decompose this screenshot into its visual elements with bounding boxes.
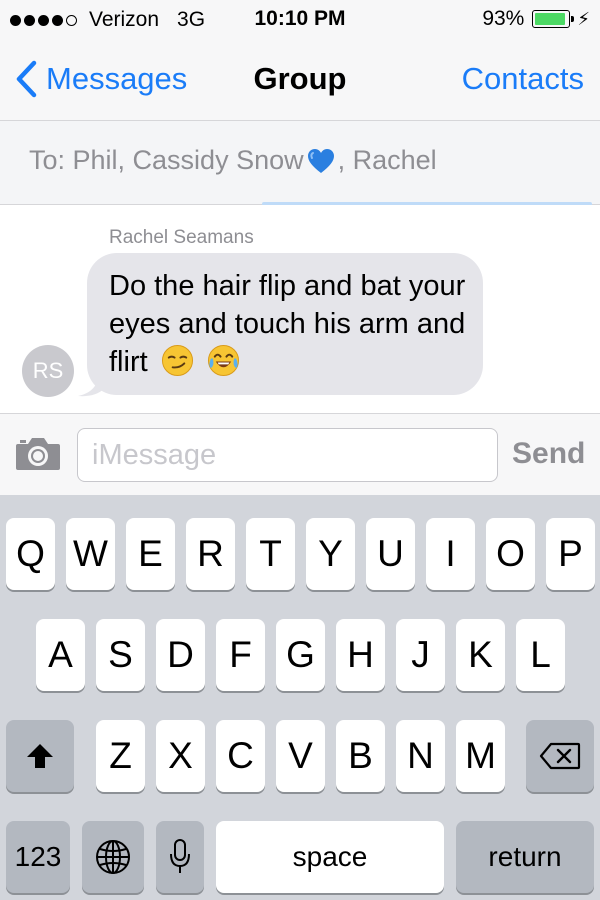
message-input-bar: Send: [0, 413, 600, 495]
key-e[interactable]: E: [126, 518, 175, 590]
backspace-icon: [539, 742, 581, 770]
key-f[interactable]: F: [216, 619, 265, 691]
battery-icon: [532, 10, 575, 28]
key-s[interactable]: S: [96, 619, 145, 691]
status-bar: Verizon 3G 10:10 PM 93% ⚡: [0, 0, 600, 40]
tears-of-joy-face-icon: [207, 344, 239, 377]
battery-fill: [535, 13, 566, 25]
conversation: Rachel Seamans Do the hair flip and bat …: [0, 205, 600, 413]
key-n[interactable]: N: [396, 720, 445, 792]
dictation-key[interactable]: [156, 821, 204, 893]
key-h[interactable]: H: [336, 619, 385, 691]
nav-bar: Messages Group Contacts: [0, 40, 600, 120]
charging-bolt-icon: ⚡: [577, 8, 590, 29]
recipients-field[interactable]: To: Phil, Cassidy Snow , Rachel: [0, 120, 600, 206]
status-right: 93% ⚡: [482, 7, 590, 31]
space-key[interactable]: space: [216, 821, 444, 893]
microphone-icon: [170, 839, 190, 873]
contacts-button[interactable]: Contacts: [462, 61, 584, 97]
key-q[interactable]: Q: [6, 518, 55, 590]
key-m[interactable]: M: [456, 720, 505, 792]
blue-heart-icon: [307, 148, 334, 173]
key-k[interactable]: K: [456, 619, 505, 691]
message-text-container: Do the hair flip and bat your eyes and t…: [109, 267, 479, 381]
key-c[interactable]: C: [216, 720, 265, 792]
delete-key[interactable]: [526, 720, 594, 792]
key-j[interactable]: J: [396, 619, 445, 691]
camera-icon[interactable]: [14, 434, 62, 472]
key-v[interactable]: V: [276, 720, 325, 792]
recipients-label: To: Phil, Cassidy Snow , Rachel: [29, 145, 437, 176]
recipients-text: To: Phil, Cassidy Snow: [29, 145, 304, 175]
battery-tip: [571, 16, 575, 22]
smirking-face-icon: [161, 344, 193, 377]
send-button[interactable]: Send: [512, 437, 585, 471]
numbers-key[interactable]: 123: [6, 821, 70, 893]
globe-key[interactable]: [82, 821, 144, 893]
key-t[interactable]: T: [246, 518, 295, 590]
key-i[interactable]: I: [426, 518, 475, 590]
globe-icon: [96, 840, 130, 874]
key-r[interactable]: R: [186, 518, 235, 590]
key-b[interactable]: B: [336, 720, 385, 792]
key-z[interactable]: Z: [96, 720, 145, 792]
shift-key[interactable]: [6, 720, 74, 792]
sender-name: Rachel Seamans: [109, 227, 254, 248]
key-y[interactable]: Y: [306, 518, 355, 590]
key-u[interactable]: U: [366, 518, 415, 590]
key-l[interactable]: L: [516, 619, 565, 691]
message-input[interactable]: [77, 428, 498, 482]
keyboard: Q W E R T Y U I O P A S D F G H J K L Z …: [0, 495, 600, 900]
key-g[interactable]: G: [276, 619, 325, 691]
recipients-text-end: , Rachel: [337, 145, 437, 175]
avatar[interactable]: RS: [22, 345, 74, 397]
battery-percent: 93%: [482, 7, 525, 30]
return-key[interactable]: return: [456, 821, 594, 893]
key-w[interactable]: W: [66, 518, 115, 590]
key-p[interactable]: P: [546, 518, 595, 590]
key-a[interactable]: A: [36, 619, 85, 691]
shift-arrow-icon: [27, 744, 53, 768]
key-x[interactable]: X: [156, 720, 205, 792]
key-o[interactable]: O: [486, 518, 535, 590]
key-d[interactable]: D: [156, 619, 205, 691]
